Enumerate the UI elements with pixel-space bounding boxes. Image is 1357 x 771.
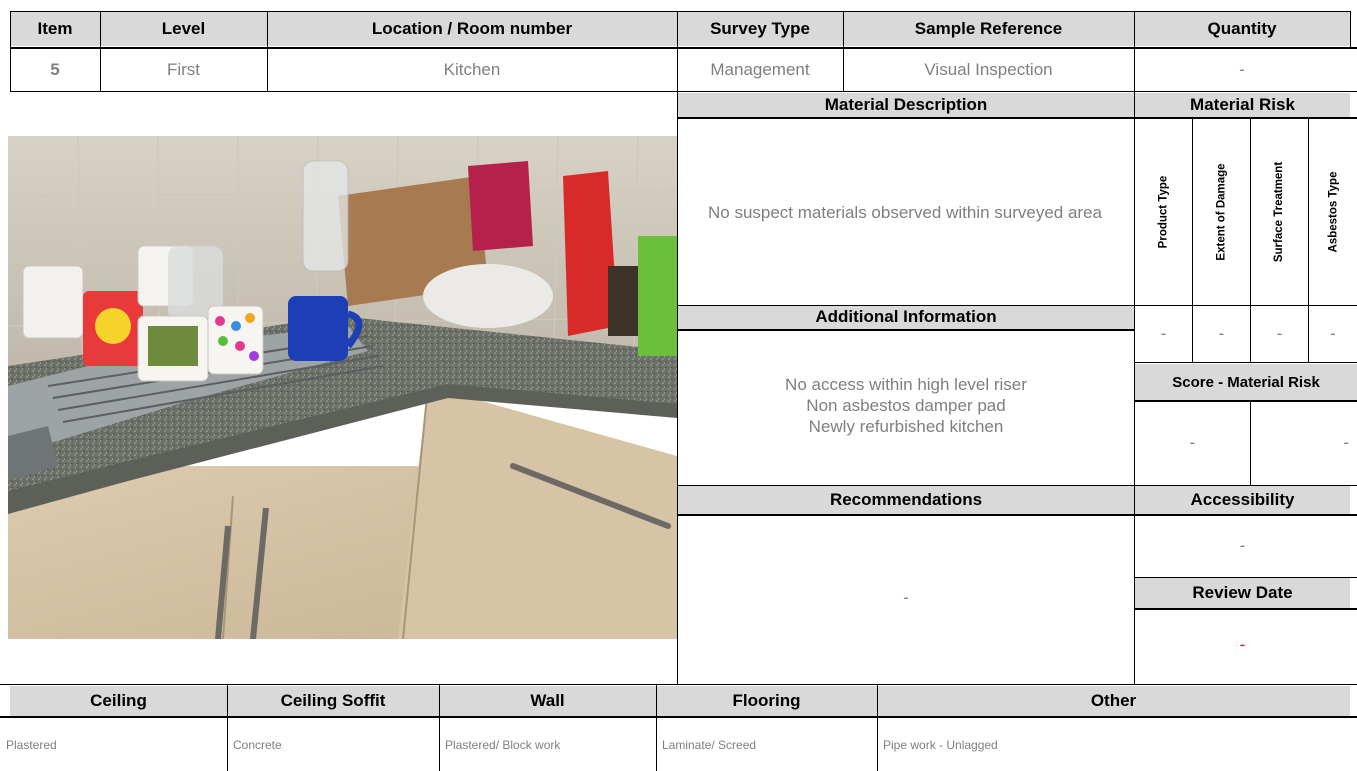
row-quantity: -	[1239, 60, 1245, 79]
footer-value-wall: Plastered/ Block work	[445, 737, 561, 752]
grid-line	[678, 305, 1357, 306]
header-sample-reference: Sample Reference	[843, 12, 1134, 46]
grid-line	[678, 117, 1357, 119]
grid-line	[877, 684, 878, 771]
footer-value-other: Pipe work - Unlagged	[883, 737, 998, 752]
footer-value-flooring: Laminate/ Screed	[662, 737, 757, 752]
grid-line	[1135, 608, 1357, 610]
grid-line	[227, 684, 228, 771]
row-item: 5	[50, 60, 60, 79]
score-title: Score - Material Risk	[1135, 364, 1357, 400]
grid-line	[1350, 11, 1351, 47]
recommendations-title: Recommendations	[678, 486, 1134, 514]
header-quantity: Quantity	[1134, 12, 1350, 46]
material-risk-title: Material Risk	[1135, 93, 1350, 117]
grid-line	[0, 716, 1357, 718]
material-description-title: Material Description	[678, 93, 1134, 117]
grid-line	[10, 11, 11, 91]
grid-line	[1250, 402, 1251, 485]
grid-line	[1308, 118, 1309, 362]
footer-header-flooring: Flooring	[656, 686, 877, 716]
material-risk-extent-label: Extent of Damage	[1215, 163, 1228, 261]
grid-line	[843, 11, 844, 91]
grid-line	[100, 11, 101, 91]
row-survey-type: Management	[710, 60, 810, 79]
score-value-1: -	[1189, 433, 1196, 452]
material-description-text: No suspect materials observed within sur…	[707, 203, 1103, 222]
grid-line	[678, 329, 1134, 331]
grid-line	[0, 684, 1357, 685]
grid-line	[10, 47, 1357, 49]
material-risk-value-2: -	[1218, 323, 1225, 343]
grid-line	[656, 684, 657, 771]
grid-line	[439, 684, 440, 771]
row-level: First	[166, 60, 201, 79]
footer-header-other: Other	[877, 686, 1350, 716]
score-value-2: -	[1343, 433, 1349, 452]
grid-line	[1134, 11, 1135, 684]
review-date-value: -	[1239, 635, 1246, 654]
recommendations-text: -	[903, 587, 909, 607]
material-risk-value-3: -	[1276, 323, 1283, 343]
material-risk-product-type-label: Product Type	[1157, 175, 1170, 249]
header-item: Item	[10, 12, 100, 46]
footer-value-ceiling: Plastered	[6, 737, 57, 752]
row-location: Kitchen	[443, 60, 501, 79]
header-location: Location / Room number	[267, 12, 677, 46]
material-risk-surface-label: Surface Treatment	[1273, 161, 1286, 263]
additional-info-line: No access within high level riser	[785, 374, 1027, 394]
review-date-title: Review Date	[1135, 578, 1350, 608]
additional-info-title: Additional Information	[678, 305, 1134, 329]
accessibility-title: Accessibility	[1135, 486, 1350, 514]
grid-line	[10, 91, 1357, 92]
grid-line	[678, 514, 1357, 516]
material-risk-value-4: -	[1330, 323, 1336, 343]
header-survey-type: Survey Type	[677, 12, 843, 46]
footer-value-ceiling-soffit: Concrete	[233, 737, 282, 752]
header-level: Level	[100, 12, 267, 46]
grid-line	[678, 485, 1357, 486]
footer-header-wall: Wall	[439, 686, 656, 716]
row-sample-reference: Visual Inspection	[924, 60, 1053, 79]
additional-info-text: No access within high level riser Non as…	[678, 330, 1134, 480]
footer-header-ceiling-soffit: Ceiling Soffit	[227, 686, 439, 716]
material-risk-value-1: -	[1160, 323, 1167, 343]
additional-info-line: Newly refurbished kitchen	[808, 416, 1004, 436]
grid-line	[267, 11, 268, 91]
grid-line	[1135, 577, 1357, 578]
grid-line	[1135, 400, 1357, 402]
grid-line	[1135, 362, 1357, 363]
accessibility-value: -	[1239, 536, 1246, 555]
grid-line	[1250, 118, 1251, 362]
grid-line	[10, 11, 1350, 12]
grid-line	[677, 11, 678, 684]
kitchen-photo	[8, 136, 677, 639]
grid-line	[1192, 118, 1193, 362]
additional-info-line: Non asbestos damper pad	[806, 395, 1006, 415]
material-risk-asbestos-label: Asbestos Type	[1327, 171, 1340, 253]
footer-header-ceiling: Ceiling	[10, 686, 227, 716]
